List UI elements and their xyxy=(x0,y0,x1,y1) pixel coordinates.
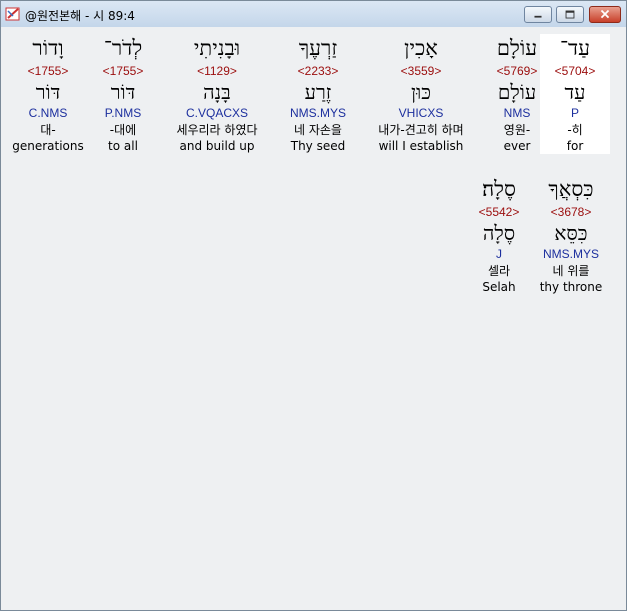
korean-gloss: 네 자손을 xyxy=(294,123,342,137)
english-gloss: ever xyxy=(503,139,531,153)
word-block[interactable]: עוֹלָם <5769> עוֹלָם NMS 영원- ever xyxy=(477,34,557,154)
korean-gloss: 셀라 xyxy=(487,264,511,278)
strong-number[interactable]: <1755> xyxy=(89,64,157,79)
strong-number[interactable]: <1755> xyxy=(9,64,87,79)
strong-number[interactable]: <5769> xyxy=(477,64,557,79)
word-block[interactable]: וָדוֹר <1755> דּוֹר C.NMS 대- generations xyxy=(9,34,87,154)
korean-gloss: -대에 xyxy=(109,123,137,137)
korean-gloss: 내가-견고히 하며 xyxy=(378,123,464,137)
morph-code: P.NMS xyxy=(104,106,142,120)
english-gloss: to all xyxy=(108,139,138,153)
hebrew-word: וּבָנִיתִי xyxy=(193,36,241,60)
hebrew-lemma: כִּסֵּא xyxy=(554,221,588,245)
hebrew-word: סֶלָה׃ xyxy=(482,177,516,201)
hebrew-lemma: זֶרַע xyxy=(304,80,332,104)
hebrew-lemma: דּוֹר xyxy=(35,80,61,104)
app-window: @원전본해 - 시 89:4 עַד־ <5704> עַד P -히 for xyxy=(0,0,627,611)
verse-panel: עַד־ <5704> עַד P -히 for עוֹלָם <5769> ע… xyxy=(1,27,626,610)
window-title: @원전본해 - 시 89:4 xyxy=(25,9,135,23)
word-block[interactable]: סֶלָה׃ <5542> סֶלָה J 셀라 Selah xyxy=(467,175,531,295)
word-block[interactable]: זַרְעֶךָ <2233> זֶרַע NMS.MYS 네 자손을 Thy … xyxy=(278,34,358,154)
morph-code: J xyxy=(496,247,502,261)
close-button[interactable] xyxy=(589,6,621,23)
morph-code: NMS xyxy=(503,106,531,120)
strong-number[interactable]: <3678> xyxy=(533,205,609,220)
english-gloss: thy throne xyxy=(539,280,603,294)
hebrew-lemma: בָּנָה xyxy=(203,80,231,104)
title-bar[interactable]: @원전본해 - 시 89:4 xyxy=(1,1,626,28)
korean-gloss: 네 위를 xyxy=(552,264,590,278)
strong-number[interactable]: <5542> xyxy=(467,205,531,220)
morph-code: C.NMS xyxy=(28,106,68,120)
minimize-icon xyxy=(534,15,542,18)
korean-gloss: 대- xyxy=(40,123,56,137)
english-gloss: Selah xyxy=(482,280,516,294)
app-icon xyxy=(5,7,20,21)
morph-code: NMS.MYS xyxy=(542,247,599,261)
strong-number[interactable]: <1129> xyxy=(161,64,273,79)
english-gloss: generations xyxy=(12,139,84,153)
english-gloss: Thy seed xyxy=(290,139,346,153)
morph-code: C.VQACXS xyxy=(185,106,248,120)
hebrew-word: כִּסְאֲךָ xyxy=(548,177,594,201)
hebrew-word: עוֹלָם xyxy=(496,36,538,60)
hebrew-lemma: דּוֹר xyxy=(110,80,136,104)
hebrew-word: אָכִין xyxy=(404,36,438,60)
hebrew-word: לְדֹר־ xyxy=(103,36,143,60)
hebrew-word: וָדוֹר xyxy=(32,36,64,60)
maximize-icon xyxy=(565,10,575,19)
close-icon xyxy=(600,9,610,19)
korean-gloss: 영원- xyxy=(503,123,531,137)
morph-code: VHICXS xyxy=(398,106,444,120)
korean-gloss: 세우리라 하였다 xyxy=(176,123,258,137)
word-block[interactable]: לְדֹר־ <1755> דּוֹר P.NMS -대에 to all xyxy=(89,34,157,154)
word-block[interactable]: אָכִין <3559> כּוּן VHICXS 내가-견고히 하며 wil… xyxy=(371,34,471,154)
english-gloss: and build up xyxy=(179,139,255,153)
hebrew-lemma: עוֹלָם xyxy=(497,80,537,104)
minimize-button[interactable] xyxy=(524,6,552,23)
morph-code: NMS.MYS xyxy=(289,106,346,120)
english-gloss: will I establish xyxy=(378,139,464,153)
strong-number[interactable]: <3559> xyxy=(371,64,471,79)
word-block[interactable]: וּבָנִיתִי <1129> בָּנָה C.VQACXS 세우리라 하… xyxy=(161,34,273,154)
word-block[interactable]: כִּסְאֲךָ <3678> כִּסֵּא NMS.MYS 네 위를 th… xyxy=(533,175,609,295)
hebrew-lemma: כּוּן xyxy=(411,80,431,104)
maximize-button[interactable] xyxy=(556,6,584,23)
hebrew-word: זַרְעֶךָ xyxy=(298,36,338,60)
strong-number[interactable]: <2233> xyxy=(278,64,358,79)
hebrew-lemma: סֶלָה xyxy=(482,221,516,245)
